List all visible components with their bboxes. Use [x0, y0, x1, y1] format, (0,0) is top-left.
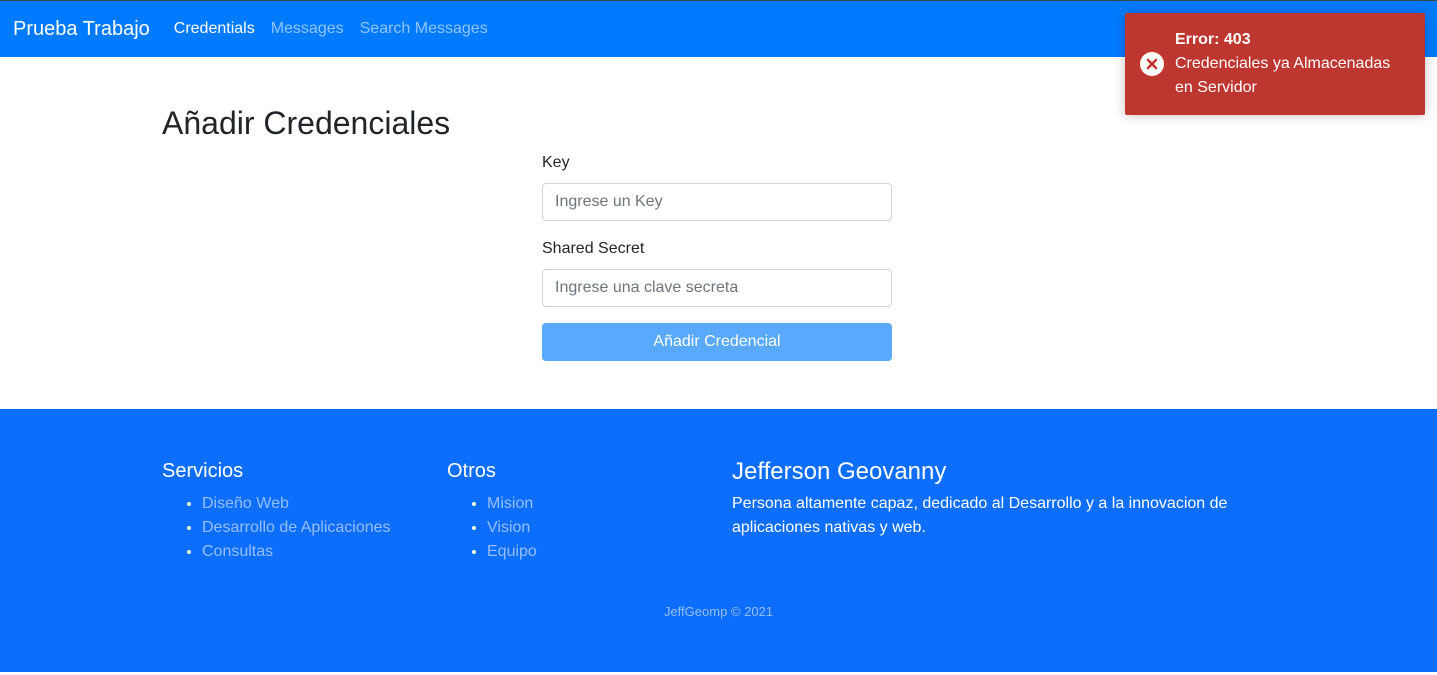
footer-about-text: Persona altamente capaz, dedicado al Des…	[732, 495, 1228, 536]
list-item: Equipo	[487, 540, 537, 564]
add-credential-button[interactable]: Añadir Credencial	[542, 323, 892, 361]
footer-link-mision[interactable]: Mision	[487, 495, 533, 512]
footer-others-list: Mision Vision Equipo	[447, 492, 537, 564]
footer-link-consultas[interactable]: Consultas	[202, 543, 273, 560]
list-item: Diseño Web	[202, 492, 391, 516]
footer-link-equipo[interactable]: Equipo	[487, 543, 537, 560]
error-circle-x-icon	[1140, 52, 1164, 76]
list-item: Mision	[487, 492, 537, 516]
shared-secret-label: Shared Secret	[542, 240, 645, 257]
footer-services-title: Servicios	[162, 460, 244, 482]
toast-message: Credenciales ya Almacenadas en Servidor	[1175, 55, 1391, 96]
credentials-form: Key Shared Secret Añadir Credencial	[542, 151, 892, 361]
nav-link-credentials[interactable]: Credentials	[174, 20, 255, 38]
footer-about: Jefferson Geovanny Persona altamente cap…	[732, 458, 1242, 540]
shared-secret-input[interactable]	[542, 269, 892, 307]
footer-about-title: Jefferson Geovanny	[732, 458, 947, 485]
navbar-brand[interactable]: Prueba Trabajo	[13, 18, 150, 41]
footer-link-vision[interactable]: Vision	[487, 519, 530, 536]
page-title: Añadir Credenciales	[162, 105, 451, 141]
nav-link-search-messages[interactable]: Search Messages	[360, 20, 488, 38]
nav-link-messages[interactable]: Messages	[271, 20, 344, 38]
footer-others-title: Otros	[447, 460, 496, 482]
toast-title: Error: 403	[1175, 31, 1251, 48]
footer-link-desarrollo[interactable]: Desarrollo de Aplicaciones	[202, 519, 391, 536]
footer-others: Otros Mision Vision Equipo	[447, 459, 537, 564]
key-input[interactable]	[542, 183, 892, 221]
list-item: Vision	[487, 516, 537, 540]
footer-link-diseno-web[interactable]: Diseño Web	[202, 495, 289, 512]
footer-services-list: Diseño Web Desarrollo de Aplicaciones Co…	[162, 492, 391, 564]
list-item: Consultas	[202, 540, 391, 564]
error-toast[interactable]: Error: 403 Credenciales ya Almacenadas e…	[1125, 13, 1425, 115]
list-item: Desarrollo de Aplicaciones	[202, 516, 391, 540]
footer: Servicios Diseño Web Desarrollo de Aplic…	[0, 409, 1437, 672]
key-label: Key	[542, 154, 570, 171]
footer-services: Servicios Diseño Web Desarrollo de Aplic…	[162, 459, 391, 564]
copyright: JeffGeomp © 2021	[663, 604, 774, 619]
